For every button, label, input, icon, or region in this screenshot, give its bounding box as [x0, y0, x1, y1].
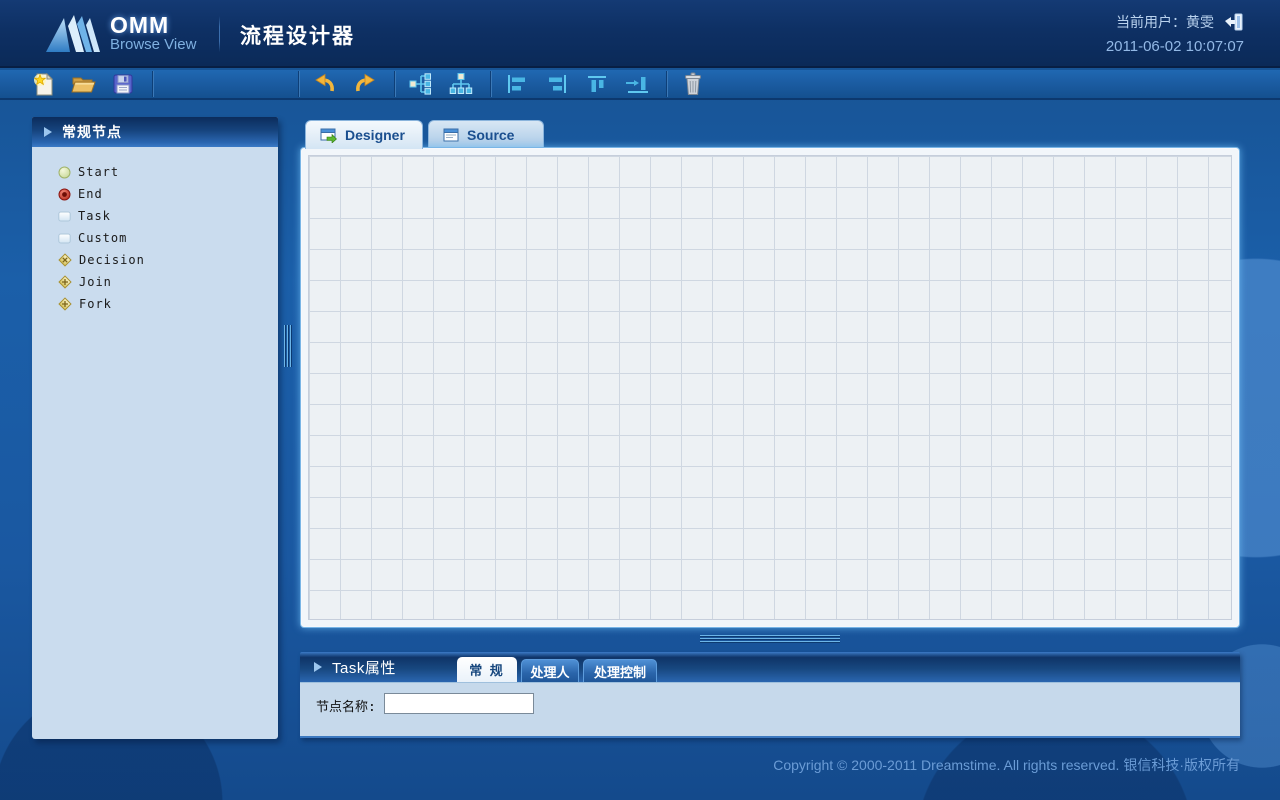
undo-button[interactable]	[312, 71, 338, 97]
node-label: Fork	[79, 297, 112, 311]
node-item-custom[interactable]: Custom	[58, 227, 278, 249]
join-diamond-icon	[58, 275, 72, 289]
process-designer-window: OMM Browse View 流程设计器 当前用户：黄雯 2011-06-02…	[0, 0, 1280, 800]
designer-canvas-panel	[300, 147, 1240, 628]
node-list: Start End Task	[32, 147, 278, 315]
node-palette-title: 常规节点	[62, 122, 122, 142]
source-tab-icon	[443, 128, 459, 142]
toolbar-separator	[490, 71, 492, 97]
start-circle-icon	[58, 166, 71, 179]
app-header: OMM Browse View 流程设计器 当前用户：黄雯 2011-06-02…	[0, 0, 1280, 68]
align-right-button[interactable]	[544, 71, 570, 97]
trash-icon	[683, 72, 703, 96]
align-top-icon	[585, 73, 609, 95]
main-toolbar	[0, 70, 1280, 100]
node-item-decision[interactable]: Decision	[58, 249, 278, 271]
align-bottom-button[interactable]	[624, 71, 650, 97]
node-label: Start	[78, 165, 119, 179]
tab-designer[interactable]: Designer	[305, 120, 423, 149]
fork-diamond-icon	[58, 297, 72, 311]
node-name-label: 节点名称:	[316, 696, 376, 715]
node-item-start[interactable]: Start	[58, 161, 278, 183]
save-button[interactable]	[110, 71, 136, 97]
page-title: 流程设计器	[240, 20, 355, 50]
delete-button[interactable]	[680, 71, 706, 97]
layout-tree-horizontal-icon	[408, 73, 434, 95]
new-file-icon	[32, 72, 55, 97]
node-item-task[interactable]: Task	[58, 205, 278, 227]
tab-handler-label: 处理人	[530, 662, 569, 681]
designer-tab-icon	[320, 128, 337, 143]
tab-source[interactable]: Source	[428, 120, 544, 148]
logo-title: OMM	[110, 13, 196, 37]
save-icon	[112, 73, 134, 95]
task-properties-title: Task属性	[332, 657, 396, 678]
align-bottom-icon	[624, 73, 650, 95]
decision-diamond-icon	[58, 253, 72, 267]
align-left-icon	[505, 73, 529, 95]
datetime-label: 2011-06-02 10:07:07	[1106, 38, 1244, 55]
current-user-label: 当前用户：黄雯	[1116, 12, 1214, 32]
copyright-text: Copyright © 2000-2011 Dreamstime. All ri…	[773, 755, 1240, 775]
layout-tree-horizontal-button[interactable]	[408, 71, 434, 97]
node-palette-header[interactable]: 常规节点	[32, 117, 278, 147]
task-rect-icon	[58, 210, 71, 223]
align-top-button[interactable]	[584, 71, 610, 97]
task-properties-body: 节点名称:	[300, 682, 1240, 738]
align-left-button[interactable]	[504, 71, 530, 97]
horizontal-splitter[interactable]	[700, 635, 840, 645]
toolbar-separator	[394, 71, 396, 97]
node-item-fork[interactable]: Fork	[58, 293, 278, 315]
tab-designer-label: Designer	[345, 127, 405, 143]
layout-tree-vertical-button[interactable]	[448, 71, 474, 97]
task-properties-panel: Task属性 常 规 处理人 处理控制 节点名称:	[300, 652, 1240, 738]
designer-grid-canvas[interactable]	[308, 155, 1232, 620]
open-button[interactable]	[70, 71, 96, 97]
omm-logo: OMM Browse View	[44, 12, 196, 54]
node-item-end[interactable]: End	[58, 183, 278, 205]
toolbar-separator	[152, 71, 154, 97]
expand-arrow-icon	[44, 127, 52, 137]
toolbar-separator	[666, 71, 668, 97]
logout-icon[interactable]	[1224, 12, 1244, 32]
node-label: End	[78, 187, 103, 201]
align-right-icon	[545, 73, 569, 95]
tab-handling-control[interactable]: 处理控制	[583, 659, 657, 682]
new-file-button[interactable]	[30, 71, 56, 97]
node-label: Task	[78, 209, 111, 223]
tab-source-label: Source	[467, 127, 514, 143]
undo-icon	[313, 73, 337, 95]
custom-rect-icon	[58, 232, 71, 245]
end-circle-icon	[58, 188, 71, 201]
vertical-splitter[interactable]	[284, 325, 294, 367]
redo-icon	[353, 73, 377, 95]
node-item-join[interactable]: Join	[58, 271, 278, 293]
tab-general-label: 常 规	[469, 660, 505, 679]
node-name-input[interactable]	[384, 693, 534, 714]
task-properties-header: Task属性 常 规 处理人 处理控制	[300, 652, 1240, 682]
logo-triangles-icon	[44, 12, 100, 54]
toolbar-separator	[298, 71, 300, 97]
node-label: Decision	[79, 253, 145, 267]
logo-subtitle: Browse View	[110, 37, 196, 53]
layout-tree-vertical-icon	[449, 72, 473, 96]
redo-button[interactable]	[352, 71, 378, 97]
expand-arrow-icon	[314, 662, 322, 672]
node-palette-panel: 常规节点 Start End	[32, 117, 278, 739]
tab-handler[interactable]: 处理人	[521, 659, 579, 682]
open-folder-icon	[71, 73, 96, 95]
node-label: Custom	[78, 231, 127, 245]
node-label: Join	[79, 275, 112, 289]
header-divider	[219, 16, 220, 52]
tab-handling-control-label: 处理控制	[594, 662, 646, 681]
tab-general[interactable]: 常 规	[457, 657, 517, 682]
